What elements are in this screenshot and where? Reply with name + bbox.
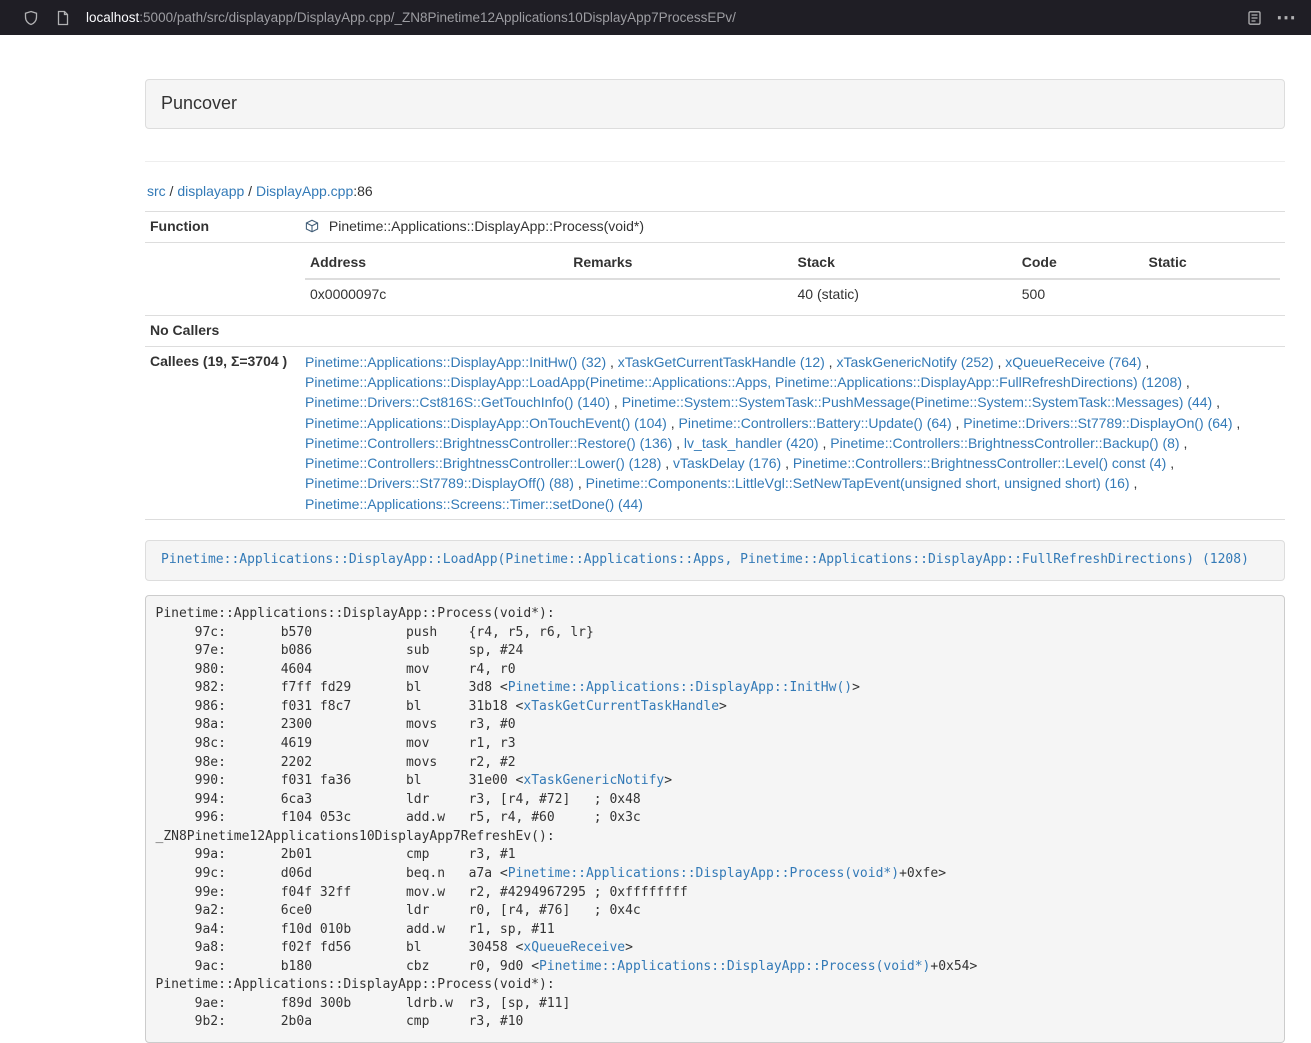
page: Puncover src / displayapp / DisplayApp.c… bbox=[0, 35, 1311, 1043]
reader-view-icon[interactable] bbox=[1245, 9, 1263, 27]
callee-link[interactable]: Pinetime::Applications::DisplayApp::OnTo… bbox=[305, 415, 667, 431]
callee-link[interactable]: Pinetime::Applications::Screens::Timer::… bbox=[305, 496, 643, 512]
function-type-icon bbox=[305, 218, 329, 234]
callee-link[interactable]: lv_task_handler (420) bbox=[684, 435, 819, 451]
highlighted-symbol-link[interactable]: Pinetime::Applications::DisplayApp::Load… bbox=[161, 552, 1249, 567]
function-name: Pinetime::Applications::DisplayApp::Proc… bbox=[329, 218, 644, 234]
app-title-panel: Puncover bbox=[145, 79, 1285, 129]
url-bar[interactable]: localhost:5000/path/src/displayapp/Displ… bbox=[86, 8, 1231, 27]
divider bbox=[145, 161, 1285, 162]
callee-link[interactable]: Pinetime::System::SystemTask::PushMessag… bbox=[622, 394, 1213, 410]
detail-table: AddressRemarksStackCodeStatic 0x0000097c… bbox=[305, 248, 1280, 310]
overflow-menu-icon[interactable]: ⋯ bbox=[1277, 9, 1295, 27]
detail-value-cell: 40 (static) bbox=[793, 279, 1017, 310]
details-row: AddressRemarksStackCodeStatic 0x0000097c… bbox=[145, 242, 1285, 315]
disassembly-symbol-link[interactable]: Pinetime::Applications::DisplayApp::Proc… bbox=[539, 959, 930, 974]
function-row: Function Pinetime::Applications::Display… bbox=[145, 211, 1285, 242]
breadcrumb-line-number: :86 bbox=[353, 183, 372, 199]
function-label: Function bbox=[145, 211, 300, 242]
callee-link[interactable]: xTaskGetCurrentTaskHandle (12) bbox=[618, 354, 825, 370]
breadcrumb-link[interactable]: displayapp bbox=[177, 183, 244, 199]
callee-link[interactable]: Pinetime::Applications::DisplayApp::Load… bbox=[305, 374, 1182, 390]
callee-link[interactable]: vTaskDelay (176) bbox=[673, 455, 781, 471]
disassembly-code: Pinetime::Applications::DisplayApp::Proc… bbox=[145, 595, 1285, 1043]
detail-column-header: Remarks bbox=[568, 248, 792, 279]
detail-column-header: Stack bbox=[793, 248, 1017, 279]
tracking-protection-shield-icon[interactable] bbox=[22, 9, 40, 27]
callee-link[interactable]: Pinetime::Drivers::St7789::DisplayOn() (… bbox=[963, 415, 1232, 431]
detail-column-header: Code bbox=[1017, 248, 1144, 279]
detail-column-header: Static bbox=[1144, 248, 1281, 279]
page-info-icon[interactable] bbox=[54, 9, 72, 27]
callee-link[interactable]: Pinetime::Drivers::Cst816S::GetTouchInfo… bbox=[305, 394, 610, 410]
detail-value-cell bbox=[568, 279, 792, 310]
detail-value-cell bbox=[1144, 279, 1281, 310]
no-callers-label: No Callers bbox=[145, 315, 300, 346]
callee-link[interactable]: Pinetime::Controllers::Battery::Update()… bbox=[679, 415, 952, 431]
highlighted-symbol-panel: Pinetime::Applications::DisplayApp::Load… bbox=[145, 540, 1285, 581]
disassembly-symbol-link[interactable]: xTaskGenericNotify bbox=[523, 773, 664, 788]
breadcrumb-link[interactable]: src bbox=[147, 183, 166, 199]
callee-link[interactable]: Pinetime::Controllers::BrightnessControl… bbox=[793, 455, 1166, 471]
callees-list: Pinetime::Applications::DisplayApp::Init… bbox=[300, 346, 1285, 519]
callee-link[interactable]: Pinetime::Controllers::BrightnessControl… bbox=[830, 435, 1179, 451]
disassembly-symbol-link[interactable]: Pinetime::Applications::DisplayApp::Proc… bbox=[508, 866, 899, 881]
detail-column-header: Address bbox=[305, 248, 568, 279]
callee-link[interactable]: Pinetime::Drivers::St7789::DisplayOff() … bbox=[305, 475, 574, 491]
callee-link[interactable]: Pinetime::Controllers::BrightnessControl… bbox=[305, 455, 661, 471]
detail-value-row: 0x0000097c 40 (static)500 bbox=[305, 279, 1280, 310]
detail-value-cell: 500 bbox=[1017, 279, 1144, 310]
disassembly-symbol-link[interactable]: xQueueReceive bbox=[523, 940, 625, 955]
callee-link[interactable]: xTaskGenericNotify (252) bbox=[836, 354, 993, 370]
callee-link[interactable]: xQueueReceive (764) bbox=[1005, 354, 1141, 370]
callee-link[interactable]: Pinetime::Components::LittleVgl::SetNewT… bbox=[586, 475, 1130, 491]
no-callers-row: No Callers bbox=[145, 315, 1285, 346]
callees-row: Callees (19, Σ=3704 ) Pinetime::Applicat… bbox=[145, 346, 1285, 519]
breadcrumb-link[interactable]: DisplayApp.cpp bbox=[256, 183, 353, 199]
disassembly-symbol-link[interactable]: xTaskGetCurrentTaskHandle bbox=[523, 699, 719, 714]
url-path: :5000/path/src/displayapp/DisplayApp.cpp… bbox=[139, 10, 736, 25]
callees-label: Callees (19, Σ=3704 ) bbox=[145, 346, 300, 519]
browser-chrome: localhost:5000/path/src/displayapp/Displ… bbox=[0, 0, 1311, 35]
detail-header-row: AddressRemarksStackCodeStatic bbox=[305, 248, 1280, 279]
symbol-table: Function Pinetime::Applications::Display… bbox=[145, 211, 1285, 520]
callee-link[interactable]: Pinetime::Applications::DisplayApp::Init… bbox=[305, 354, 606, 370]
detail-value-cell: 0x0000097c bbox=[305, 279, 568, 310]
disassembly-symbol-link[interactable]: Pinetime::Applications::DisplayApp::Init… bbox=[508, 680, 852, 695]
page-title: Puncover bbox=[161, 93, 237, 113]
url-host: localhost bbox=[86, 10, 139, 25]
callee-link[interactable]: Pinetime::Controllers::BrightnessControl… bbox=[305, 435, 672, 451]
main-container: Puncover src / displayapp / DisplayApp.c… bbox=[130, 79, 1300, 1043]
breadcrumb: src / displayapp / DisplayApp.cpp:86 bbox=[147, 182, 1285, 202]
